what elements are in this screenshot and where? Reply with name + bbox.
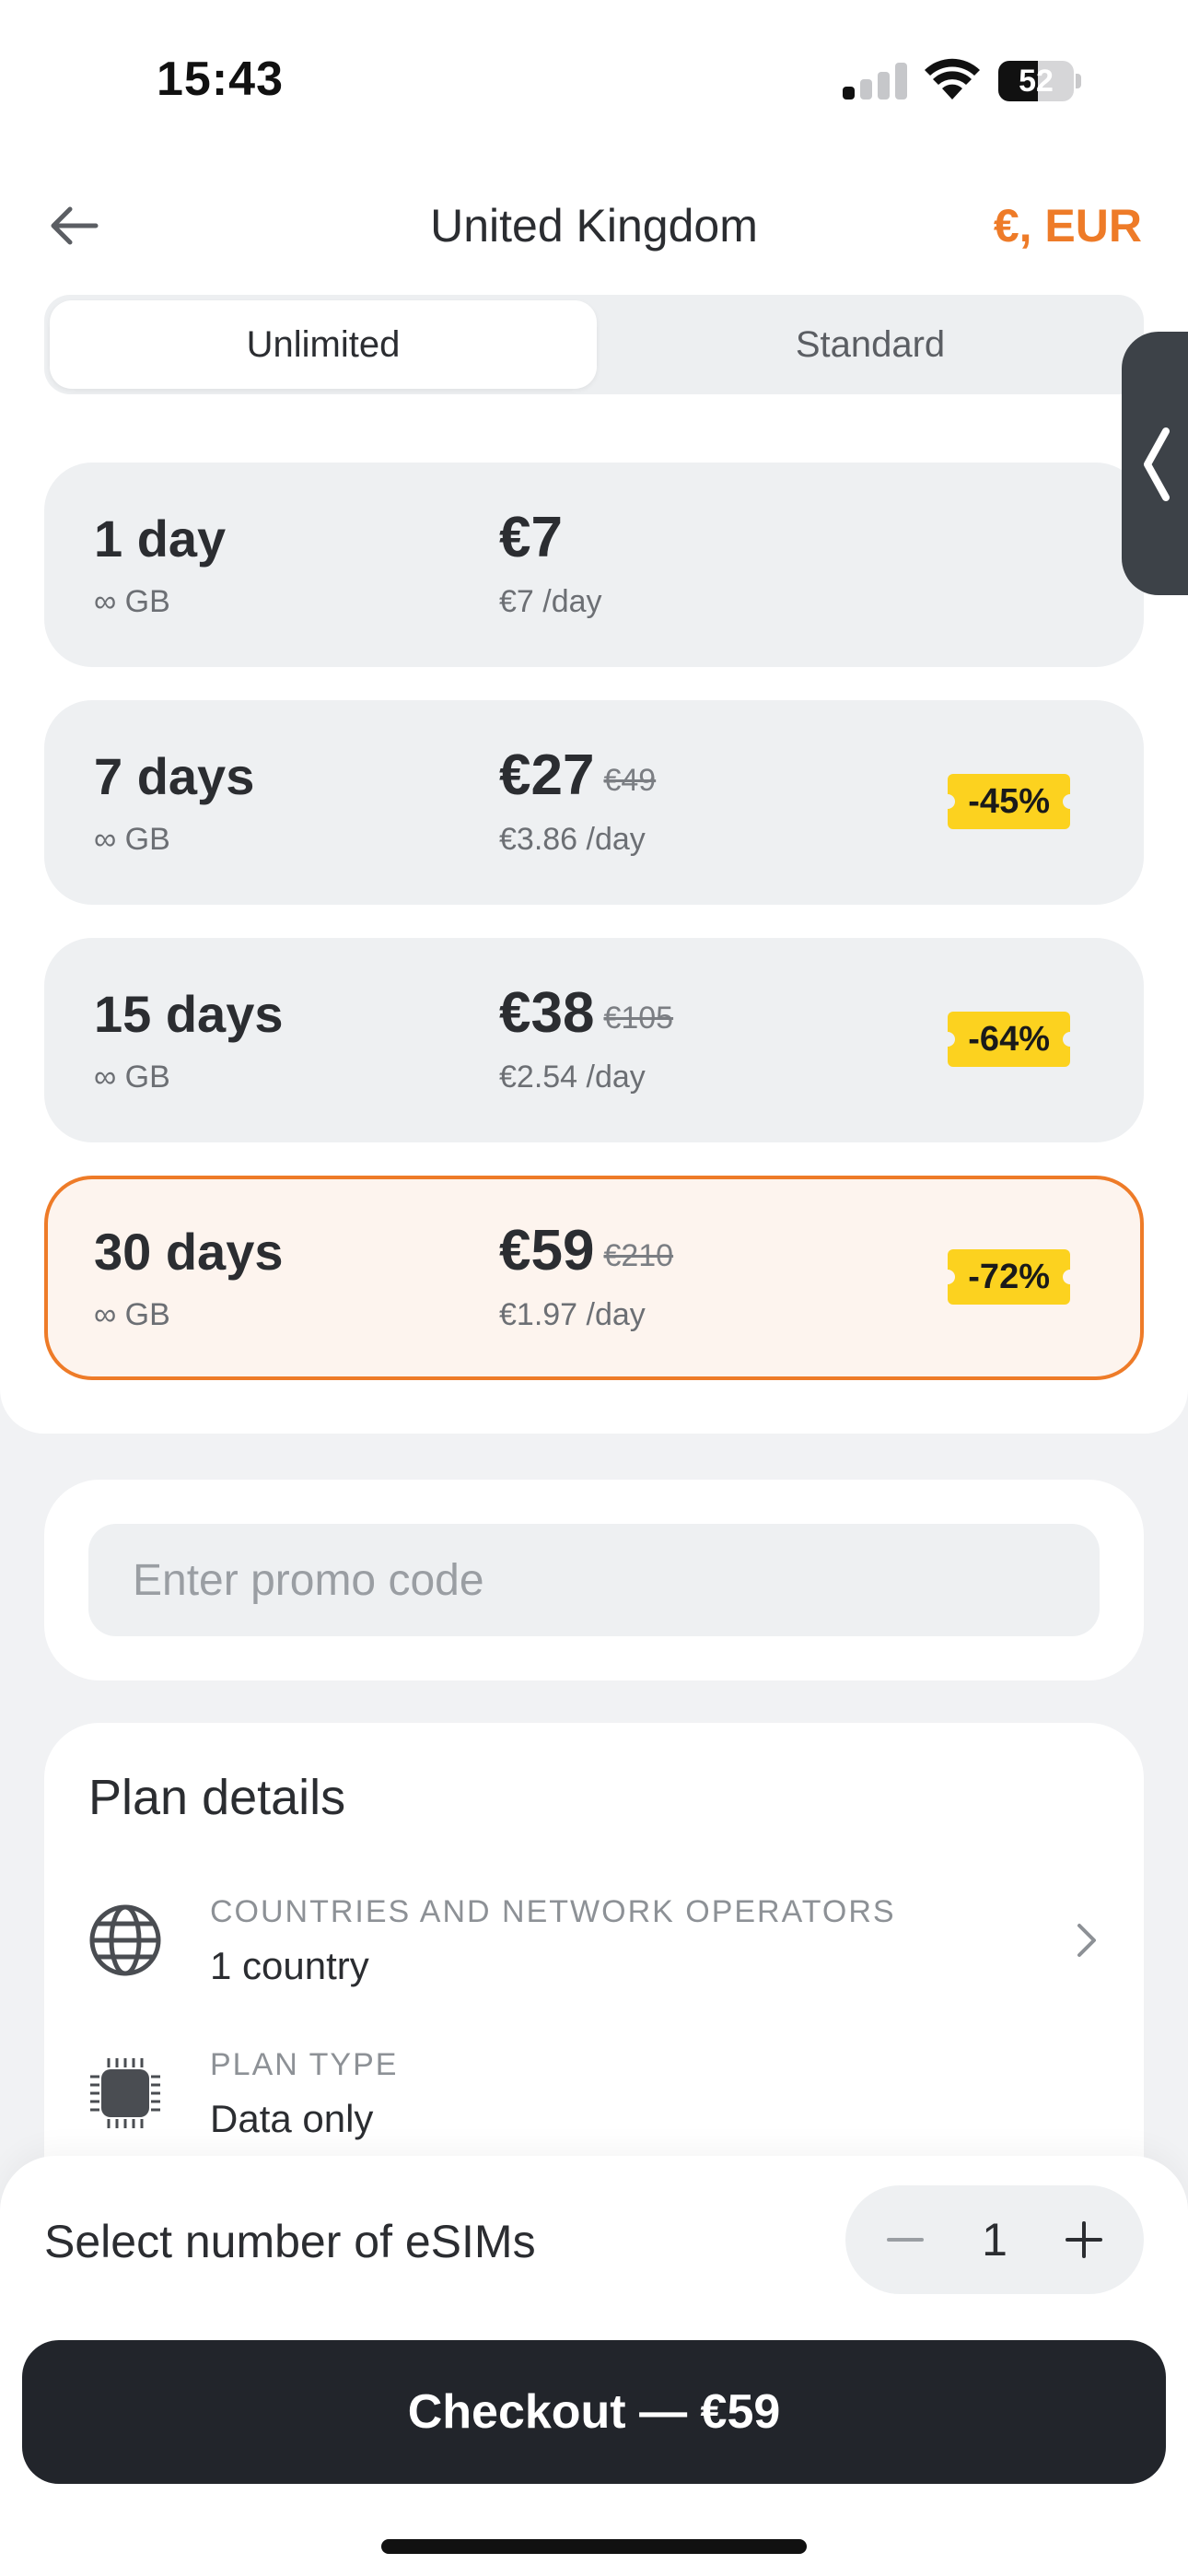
plan-per-day: €3.86 /day — [499, 822, 646, 857]
detail-label: COUNTRIES AND NETWORK OPERATORS — [210, 1894, 896, 1929]
plan-duration: 30 days — [94, 1223, 284, 1281]
plan-card-1-day[interactable]: 1 day ∞ GB €7 €7 /day — [44, 463, 1144, 667]
plan-data: ∞ GB — [94, 584, 170, 619]
plan-old-price: €49 — [603, 763, 657, 798]
plan-duration: 7 days — [94, 747, 255, 805]
decrement-button[interactable] — [864, 2198, 947, 2281]
esim-count-label: Select number of eSIMs — [44, 2216, 536, 2267]
plan-price: €27 €49 — [499, 744, 657, 807]
back-button[interactable] — [37, 193, 111, 258]
cellular-signal-icon — [843, 63, 909, 100]
plan-per-day: €2.54 /day — [499, 1060, 646, 1095]
increment-button[interactable] — [1042, 2198, 1125, 2281]
battery-icon: 52 — [998, 61, 1081, 101]
plan-price: €7 — [499, 506, 563, 569]
tab-standard[interactable]: Standard — [597, 300, 1144, 389]
discount-badge: -64% — [940, 1012, 1077, 1067]
plan-duration: 15 days — [94, 985, 284, 1043]
plan-data: ∞ GB — [94, 1297, 170, 1332]
plus-icon — [1066, 2221, 1102, 2258]
plan-type-segment: Unlimited Standard — [44, 295, 1144, 394]
plan-old-price: €210 — [603, 1238, 674, 1273]
minus-icon — [887, 2238, 924, 2242]
plan-card-15-days[interactable]: 15 days ∞ GB €38 €105 €2.54 /day -64% — [44, 938, 1144, 1142]
status-time: 15:43 — [157, 53, 284, 106]
app-screen: 15:43 52 United Kingdom €, EUR Unlimited… — [0, 0, 1188, 2576]
chip-icon — [90, 2058, 160, 2128]
tab-unlimited[interactable]: Unlimited — [50, 300, 597, 389]
chevron-right-icon — [1077, 1924, 1096, 1957]
discount-badge: -45% — [940, 774, 1077, 829]
side-drawer-handle[interactable] — [1122, 332, 1188, 595]
quantity-stepper: 1 — [845, 2185, 1144, 2294]
discount-badge: -72% — [940, 1249, 1077, 1305]
globe-icon — [89, 1904, 161, 1976]
home-indicator — [381, 2539, 807, 2554]
checkout-sheet: Select number of eSIMs 1 Checkout — €59 — [0, 2156, 1188, 2576]
plan-per-day: €7 /day — [499, 584, 602, 619]
detail-value: Data only — [210, 2097, 374, 2140]
plan-data: ∞ GB — [94, 822, 170, 857]
plan-details-title: Plan details — [88, 1770, 346, 1825]
battery-level: 52 — [1019, 64, 1054, 99]
detail-row-countries[interactable]: COUNTRIES AND NETWORK OPERATORS 1 countr… — [44, 1885, 1144, 1996]
plan-per-day: €1.97 /day — [499, 1297, 646, 1332]
detail-row-plan-type: PLAN TYPE Data only — [44, 2038, 1144, 2149]
plan-card-7-days[interactable]: 7 days ∞ GB €27 €49 €3.86 /day -45% — [44, 700, 1144, 905]
currency-selector[interactable]: €, EUR — [994, 193, 1142, 258]
arrow-left-icon — [51, 206, 99, 245]
detail-label: PLAN TYPE — [210, 2047, 399, 2082]
plan-price: €59 €210 — [499, 1219, 674, 1282]
detail-value: 1 country — [210, 1944, 369, 1987]
plan-data: ∞ GB — [94, 1060, 170, 1095]
plan-card-30-days[interactable]: 30 days ∞ GB €59 €210 €1.97 /day -72% — [44, 1176, 1144, 1380]
plan-old-price: €105 — [603, 1001, 674, 1036]
wifi-icon — [925, 58, 980, 100]
checkout-button[interactable]: Checkout — €59 — [22, 2340, 1166, 2484]
plan-duration: 1 day — [94, 509, 227, 568]
promo-code-input[interactable] — [88, 1524, 1100, 1636]
quantity-value: 1 — [982, 2214, 1007, 2266]
chevron-left-icon — [1144, 427, 1170, 501]
promo-card — [44, 1480, 1144, 1680]
plan-price: €38 €105 — [499, 981, 674, 1045]
